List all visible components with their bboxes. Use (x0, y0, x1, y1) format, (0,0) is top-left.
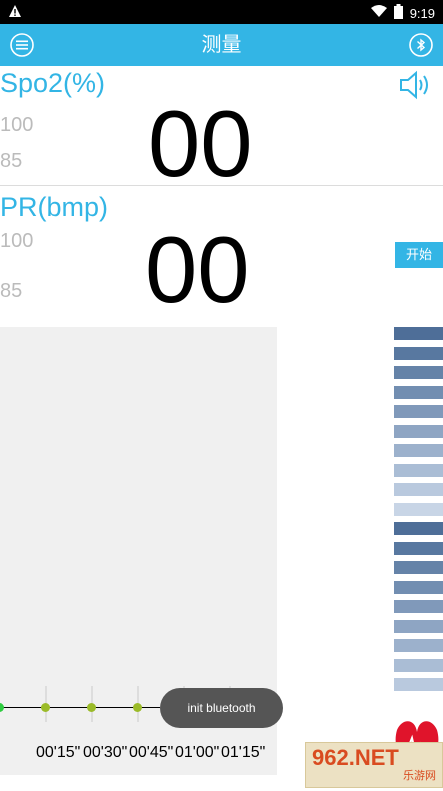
spo2-value: 00 (148, 91, 253, 196)
speaker-icon[interactable] (399, 70, 433, 100)
signal-bars (394, 327, 443, 698)
signal-bar (394, 619, 443, 633)
warning-icon (8, 4, 22, 21)
status-bar: 9:19 (0, 0, 443, 24)
signal-bar (394, 405, 443, 418)
timeline-label: 01'15" (221, 744, 266, 761)
watermark-logo-text: 962.NET (312, 745, 399, 770)
signal-bar (394, 678, 443, 691)
signal-bar (394, 385, 443, 399)
watermark-logo: 962.NET 乐游网 (305, 742, 443, 788)
signal-bar (394, 658, 443, 672)
signal-bar (394, 600, 443, 613)
bluetooth-icon[interactable] (409, 33, 433, 57)
timeline-label: 01'00" (175, 744, 220, 761)
signal-bar (394, 424, 443, 438)
signal-bar (394, 639, 443, 652)
signal-bar (394, 327, 443, 340)
pr-value: 00 (145, 217, 250, 322)
signal-bar (394, 561, 443, 574)
pr-lower-limit: 85 (0, 280, 23, 302)
spo2-upper-limit: 100 (0, 114, 34, 136)
signal-bar (394, 463, 443, 477)
signal-bar (394, 522, 443, 535)
signal-bar (394, 366, 443, 379)
wifi-icon (370, 5, 387, 21)
timeline-label: 00'15" (36, 744, 81, 761)
timeline-dot (87, 703, 96, 712)
timeline-label: 00'30" (83, 744, 128, 761)
battery-icon (393, 4, 403, 22)
timeline-dot (41, 703, 50, 712)
signal-bar (394, 444, 443, 457)
signal-bar (394, 483, 443, 496)
signal-bar (394, 502, 443, 516)
watermark-sub-text: 乐游网 (403, 770, 436, 782)
timeline-dot (133, 703, 142, 712)
status-time: 9:19 (409, 5, 435, 21)
page-title: 测量 (201, 34, 242, 56)
start-button[interactable]: 开始 (395, 242, 443, 268)
signal-bar (394, 580, 443, 594)
spo2-section: Spo2(%) 100 85 00 (0, 66, 443, 196)
signal-bar (394, 541, 443, 555)
pr-upper-limit: 100 (0, 230, 34, 252)
app-bar: 测量 (0, 24, 443, 66)
pr-label: PR(bmp) (0, 192, 109, 222)
pr-section: PR(bmp) 100 85 00 (0, 190, 443, 326)
spo2-lower-limit: 85 (0, 150, 23, 172)
signal-bar (394, 346, 443, 360)
spo2-label: Spo2(%) (0, 68, 106, 98)
section-divider (0, 185, 443, 186)
timeline-label: 00'45" (129, 744, 174, 761)
toast-message: init bluetooth (160, 688, 283, 728)
